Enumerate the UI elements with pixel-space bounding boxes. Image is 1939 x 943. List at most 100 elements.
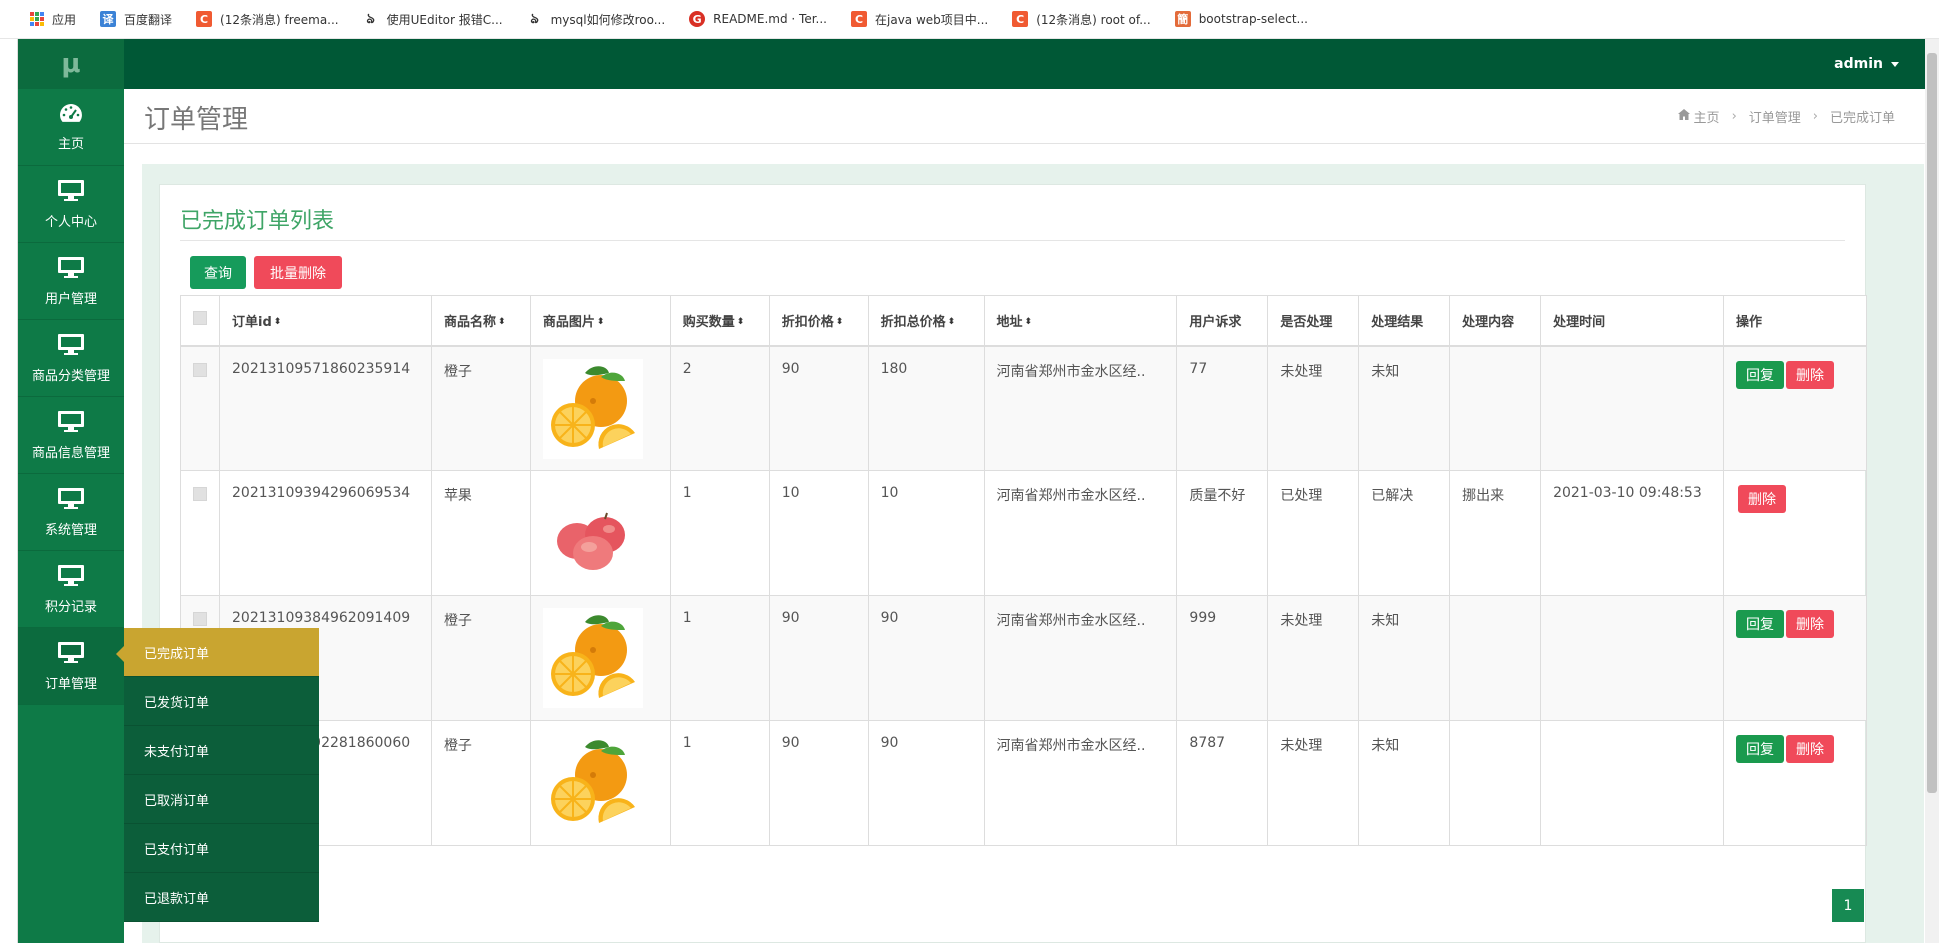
product-image bbox=[529, 720, 671, 846]
home-icon bbox=[1677, 109, 1690, 124]
sidebar-item-profile[interactable]: 个人中心 bbox=[18, 166, 124, 243]
submenu-item-shipped[interactable]: 已发货订单 bbox=[124, 677, 319, 726]
address: 河南省郑州市金水区经.. bbox=[983, 470, 1178, 596]
discount-price: 90 bbox=[768, 720, 869, 846]
row-actions: 回复 删除 bbox=[1723, 720, 1867, 846]
handle-content bbox=[1449, 720, 1542, 846]
reply-button[interactable]: 回复 bbox=[1736, 610, 1784, 638]
handle-time bbox=[1540, 720, 1724, 846]
logo[interactable]: μ bbox=[18, 39, 124, 89]
user-menu[interactable]: admin bbox=[1834, 39, 1899, 89]
panel-title: 已完成订单列表 bbox=[180, 209, 335, 234]
breadcrumb-home[interactable]: 主页 bbox=[1694, 107, 1720, 126]
product-name: 橙子 bbox=[430, 720, 531, 846]
sidebar-item-points[interactable]: 积分记录 bbox=[18, 551, 124, 628]
bookmark-java-web[interactable]: C 在java web项目中... bbox=[851, 11, 988, 28]
bookmark-mysql[interactable]: ঌ mysql如何修改roo... bbox=[527, 11, 665, 28]
header-order-id[interactable]: 订单id ⬍ bbox=[219, 295, 432, 347]
sidebar-item-label: 个人中心 bbox=[44, 214, 97, 230]
orders-table: 订单id ⬍ 商品名称 ⬍ 商品图片 ⬍ 购买数量 ⬍ 折扣价格 ⬍ 折扣总价格 ⬍ 地址 ⬍… bbox=[180, 295, 1867, 846]
discount-total: 10 bbox=[867, 470, 985, 596]
handle-result: 未知 bbox=[1358, 345, 1451, 471]
monitor-icon bbox=[57, 179, 85, 205]
bookmark-label: 应用 bbox=[52, 12, 77, 27]
row-checkbox[interactable] bbox=[193, 487, 207, 501]
user-request: 77 bbox=[1176, 345, 1269, 471]
submenu-item-refunded[interactable]: 已退款订单 bbox=[124, 873, 319, 922]
delete-button[interactable]: 删除 bbox=[1786, 735, 1834, 763]
page-header: 订单管理 主页 › 订单管理 › 已完成订单 bbox=[124, 89, 1925, 144]
row-checkbox[interactable] bbox=[193, 362, 207, 377]
bookmark-apps[interactable]: 应用 bbox=[30, 11, 76, 28]
select-all-checkbox[interactable] bbox=[193, 311, 207, 326]
bookmark-bootstrap-select[interactable]: 簡 bootstrap-select... bbox=[1174, 11, 1308, 27]
sidebar-item-products[interactable]: 商品信息管理 bbox=[18, 397, 124, 474]
submenu-item-cancelled[interactable]: 已取消订单 bbox=[124, 775, 319, 824]
delete-button[interactable]: 删除 bbox=[1738, 485, 1786, 513]
bookmark-label: 使用UEditor 报错C... bbox=[386, 12, 503, 27]
sidebar: μ 主页 个人中心 用户管理 商品分类管理 商品信息管理 系统管理 积分记录 订… bbox=[18, 39, 124, 943]
sidebar-item-categories[interactable]: 商品分类管理 bbox=[18, 320, 124, 397]
reply-button[interactable]: 回复 bbox=[1736, 735, 1784, 763]
delete-button[interactable]: 删除 bbox=[1786, 610, 1834, 638]
quantity: 1 bbox=[669, 470, 770, 596]
chevron-right-icon: › bbox=[1731, 109, 1737, 124]
submenu-item-completed[interactable]: 已完成订单 bbox=[124, 628, 319, 677]
user-request: 质量不好 bbox=[1176, 470, 1269, 596]
header-quantity[interactable]: 购买数量 ⬍ bbox=[669, 295, 770, 347]
sidebar-item-orders[interactable]: 订单管理 bbox=[18, 628, 124, 705]
breadcrumb-orders[interactable]: 订单管理 bbox=[1749, 107, 1801, 126]
sidebar-item-system[interactable]: 系统管理 bbox=[18, 474, 124, 551]
product-name: 橙子 bbox=[430, 345, 531, 471]
bookmark-label: (12条消息) freema... bbox=[220, 12, 339, 27]
bookmark-csdn-root[interactable]: C (12条消息) root of... bbox=[1012, 11, 1151, 28]
header-product-name[interactable]: 商品名称 ⬍ bbox=[430, 295, 531, 347]
product-image bbox=[529, 470, 671, 596]
bookmark-ueditor[interactable]: ঌ 使用UEditor 报错C... bbox=[363, 11, 503, 28]
handle-result: 未知 bbox=[1358, 595, 1451, 721]
sidebar-item-home[interactable]: 主页 bbox=[18, 89, 124, 166]
header-product-image[interactable]: 商品图片 ⬍ bbox=[529, 295, 671, 347]
header-handled: 是否处理 bbox=[1267, 295, 1360, 347]
table-row: 20213109571860235914 橙子 2 90 180 河南省郑州市金水区经..… bbox=[180, 345, 1867, 471]
top-navbar: admin bbox=[124, 39, 1939, 89]
bookmark-csdn-freemarker[interactable]: C (12条消息) freema... bbox=[196, 11, 339, 28]
row-select[interactable] bbox=[180, 470, 220, 596]
handle-result: 未知 bbox=[1358, 720, 1451, 846]
table-row: 20213109292281860060 橙子 1 90 90 河南省郑州市金水区经.. 8… bbox=[180, 720, 1867, 846]
sort-icon: ⬍ bbox=[736, 317, 745, 328]
sidebar-item-users[interactable]: 用户管理 bbox=[18, 243, 124, 320]
bookmark-baidu-translate[interactable]: 译 百度翻译 bbox=[100, 11, 172, 28]
header-select-all[interactable] bbox=[180, 295, 220, 347]
submenu-item-unpaid[interactable]: 未支付订单 bbox=[124, 726, 319, 775]
product-image bbox=[529, 345, 671, 471]
monitor-icon bbox=[57, 256, 85, 282]
handle-content bbox=[1449, 595, 1542, 721]
orange-image bbox=[542, 733, 643, 837]
pagination-page-1[interactable]: 1 bbox=[1832, 889, 1864, 922]
orders-submenu: 已完成订单 已发货订单 未支付订单 已取消订单 已支付订单 已退款订单 bbox=[116, 628, 319, 922]
row-checkbox[interactable] bbox=[193, 612, 207, 626]
bookmark-label: (12条消息) root of... bbox=[1036, 12, 1151, 27]
bookmark-readme[interactable]: G README.md · Ter... bbox=[689, 11, 827, 27]
header-discount-total[interactable]: 折扣总价格 ⬍ bbox=[867, 295, 985, 347]
header-address[interactable]: 地址 ⬍ bbox=[983, 295, 1178, 347]
submenu-item-paid[interactable]: 已支付订单 bbox=[124, 824, 319, 873]
row-select[interactable] bbox=[180, 345, 220, 471]
row-actions: 删除 bbox=[1723, 470, 1867, 596]
sidebar-item-label: 系统管理 bbox=[44, 522, 97, 538]
monitor-icon bbox=[57, 410, 85, 436]
handle-time bbox=[1540, 345, 1724, 471]
query-button[interactable]: 查询 bbox=[190, 256, 246, 289]
row-actions: 回复 删除 bbox=[1723, 345, 1867, 471]
monitor-icon bbox=[57, 641, 85, 667]
table-header-row: 订单id ⬍ 商品名称 ⬍ 商品图片 ⬍ 购买数量 ⬍ 折扣价格 ⬍ 折扣总价格 ⬍ 地址 ⬍… bbox=[180, 295, 1867, 347]
orange-image bbox=[542, 608, 643, 712]
delete-button[interactable]: 删除 bbox=[1786, 360, 1834, 389]
discount-total: 180 bbox=[867, 345, 985, 471]
header-discount-price[interactable]: 折扣价格 ⬍ bbox=[768, 295, 869, 347]
scrollbar-thumb[interactable] bbox=[1927, 53, 1937, 793]
reply-button[interactable]: 回复 bbox=[1736, 360, 1784, 389]
batch-delete-button[interactable]: 批量删除 bbox=[254, 256, 342, 289]
window-edge bbox=[0, 39, 18, 943]
